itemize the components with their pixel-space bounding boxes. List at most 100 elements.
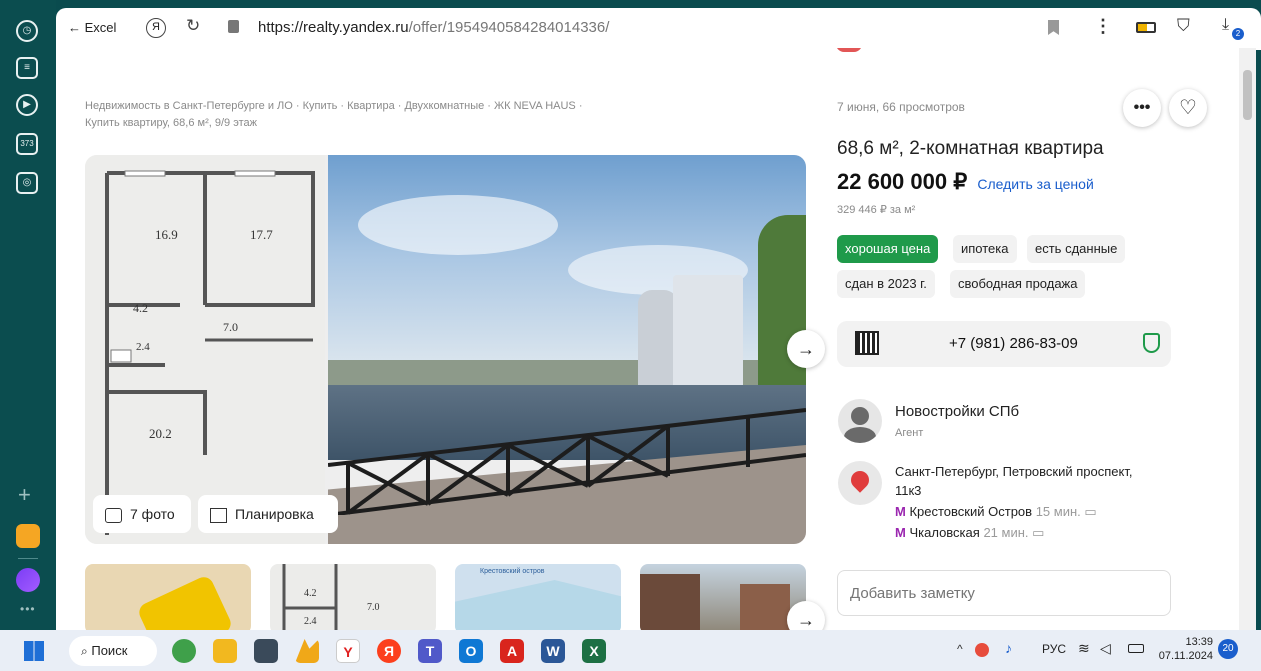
extensions-icon[interactable]: ⛉ (1177, 16, 1190, 36)
listing-meta: 7 июня, 66 просмотров (837, 100, 965, 114)
alice-icon[interactable] (16, 568, 40, 592)
floorplan-icon (210, 507, 227, 523)
thumbnail-4[interactable] (640, 564, 806, 630)
metro-item: M Чкаловская 21 мин. ▭ (895, 522, 1097, 543)
more-actions-button[interactable]: ••• (1123, 89, 1161, 127)
map-pin-icon[interactable] (838, 461, 882, 505)
chart-app-icon[interactable] (295, 639, 319, 663)
downloads-icon[interactable]: ⤓ (1222, 16, 1229, 34)
address: Санкт-Петербург, Петровский проспект, 11… (895, 462, 1185, 500)
thumb-room-label-3: 2.4 (304, 616, 317, 627)
tag-good-price[interactable]: хорошая цена (837, 235, 939, 263)
language-indicator[interactable]: РУС (1042, 642, 1066, 656)
avatar-head (851, 407, 869, 425)
acrobat-icon[interactable]: A (500, 639, 524, 663)
screenshot-icon[interactable]: ◎ (16, 172, 38, 194)
lock-icon[interactable] (228, 20, 239, 33)
taskbar-search[interactable]: ⌕ Поиск (69, 636, 157, 666)
main-photo[interactable] (328, 155, 806, 544)
tag-ready[interactable]: есть сданные (1027, 235, 1126, 263)
agent-avatar[interactable] (838, 399, 882, 443)
photos-button[interactable]: 7 фото (93, 495, 191, 533)
clock[interactable]: 13:39 07.11.2024 (1157, 635, 1213, 663)
bookmark-icon[interactable] (1048, 20, 1059, 35)
notes-icon[interactable]: ≡ (16, 57, 38, 79)
tray-app-icon[interactable] (975, 643, 989, 657)
breadcrumb-line-1[interactable]: Недвижимость в Санкт-Петербурге и ЛО · К… (85, 98, 645, 115)
photo-icon (105, 507, 122, 523)
agent-role: Агент (895, 427, 924, 439)
add-panel-icon[interactable]: + (18, 482, 31, 508)
browser-sidebar: ◷ ≡ ▶ 373 ◎ + ••• (0, 0, 56, 630)
more-icon[interactable]: ••• (20, 602, 36, 616)
metro-list: M Крестовский Остров 15 мин. ▭ M Чкаловс… (895, 501, 1097, 543)
floorplan-button[interactable]: Планировка (198, 495, 338, 533)
price: 22 600 000 ₽ (837, 169, 968, 194)
map-water (455, 580, 621, 630)
note-input[interactable] (837, 570, 1171, 616)
thumbnail-2[interactable]: 4.2 7.0 2.4 (270, 564, 436, 630)
metro-name[interactable]: Крестовский Остров (909, 504, 1032, 519)
tower-2 (673, 275, 743, 385)
battery-tray-icon[interactable] (1128, 644, 1144, 653)
start-button[interactable] (24, 641, 44, 661)
tower-1 (638, 290, 678, 385)
calculator-icon[interactable] (254, 639, 278, 663)
address-bar[interactable]: https://realty.yandex.ru/offer/195494058… (258, 19, 609, 36)
thumbnail-1[interactable] (85, 564, 251, 630)
yandex-icon[interactable]: Я (146, 18, 166, 38)
teams-icon[interactable]: T (418, 639, 442, 663)
discount-icon (136, 573, 234, 630)
play-icon[interactable]: ▶ (16, 94, 38, 116)
floor-plan-image[interactable]: 16.9 17.7 4.2 7.0 2.4 20.2 (85, 155, 325, 544)
follow-price-link[interactable]: Следить за ценой (977, 176, 1093, 192)
yandex-browser-icon[interactable]: Y (336, 639, 360, 663)
back-button[interactable]: ← Excel (68, 20, 116, 35)
metro-name[interactable]: Чкаловская (909, 525, 979, 540)
reload-icon[interactable]: ↻ (186, 16, 200, 36)
photos-label: 7 фото (130, 506, 175, 522)
tray-chevron-icon[interactable]: ^ (957, 642, 963, 656)
widgets-icon[interactable] (172, 639, 196, 663)
notification-badge[interactable]: 20 (1218, 639, 1238, 659)
mail-icon[interactable] (16, 524, 40, 548)
scrollbar-thumb[interactable] (1243, 70, 1252, 120)
breadcrumb-line-2[interactable]: Купить квартиру, 68,6 м², 9/9 этаж (85, 115, 645, 132)
yandex-icon[interactable]: Я (377, 639, 401, 663)
avatar-body (844, 427, 876, 443)
wifi-icon[interactable]: ≋ (1078, 640, 1090, 657)
thumb-room-label-2: 7.0 (367, 602, 380, 613)
price-block: 22 600 000 ₽ Следить за ценой (837, 169, 1094, 195)
gallery-next-button[interactable]: → (787, 330, 825, 368)
tag-year[interactable]: сдан в 2023 г. (837, 270, 935, 298)
address-line-2: 11к3 (895, 483, 922, 498)
page-scrollbar[interactable] (1239, 48, 1256, 630)
outlook-icon[interactable]: O (459, 639, 483, 663)
browser-toolbar: ← Excel Я ↻ https://realty.yandex.ru/off… (56, 8, 1261, 50)
word-icon[interactable]: W (541, 639, 565, 663)
clock-date: 07.11.2024 (1158, 650, 1213, 662)
history-icon[interactable]: ◷ (16, 20, 38, 42)
explorer-icon[interactable] (213, 639, 237, 663)
thumb-room-label-1: 4.2 (304, 588, 317, 599)
excel-icon[interactable]: X (582, 639, 606, 663)
microphone-icon[interactable]: ♪ (1005, 640, 1012, 656)
metro-icon: M (895, 525, 906, 540)
breadcrumb[interactable]: Недвижимость в Санкт-Петербурге и ЛО · К… (85, 98, 645, 132)
counter-icon[interactable]: 373 (16, 133, 38, 155)
tag-free-sale[interactable]: свободная продажа (950, 270, 1086, 298)
photo-gallery[interactable]: 16.9 17.7 4.2 7.0 2.4 20.2 7 фото Планир… (85, 155, 806, 544)
thumbnail-map[interactable]: Крестовский остров (455, 564, 621, 630)
thumbnails-next-button[interactable]: → (787, 601, 825, 630)
menu-dots-icon[interactable]: ⋮ (1094, 16, 1112, 37)
volume-icon[interactable]: ◁ (1100, 640, 1111, 657)
sidebar-divider (18, 558, 38, 559)
room-label-2: 17.7 (250, 227, 273, 242)
phone-button[interactable]: +7 (981) 286-83-09 (837, 321, 1171, 367)
tag-mortgage[interactable]: ипотека (953, 235, 1017, 263)
metro-time: 15 мин. (1035, 504, 1081, 519)
phone-number: +7 (981) 286-83-09 (949, 335, 1078, 352)
agent-name[interactable]: Новостройки СПб (895, 403, 1019, 420)
favorite-heart-icon[interactable]: ♡ (1169, 89, 1207, 127)
battery-icon[interactable] (1136, 22, 1156, 33)
